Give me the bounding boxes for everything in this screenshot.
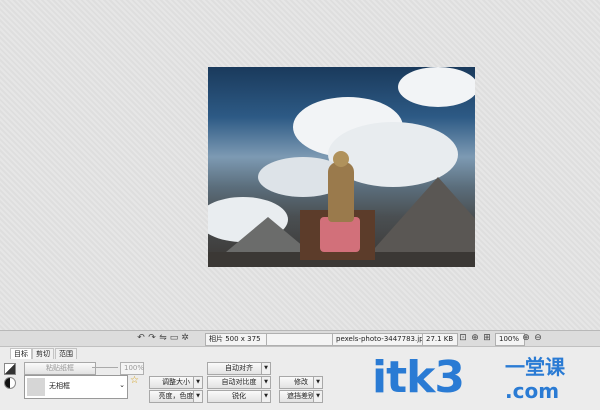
status-bar: ↶ ↷ ⇋ ▭ ✲ 相片 500 x 375 pexels-photo-3447… [0, 330, 600, 347]
star-icon[interactable]: ☆ [130, 375, 139, 386]
auto-contrast-label: 自动对比度 [221, 378, 257, 386]
color-swatch-icon[interactable] [4, 363, 16, 375]
crop-icon[interactable]: ▭ [169, 333, 179, 344]
zoom-out-icon[interactable]: ⊖ [533, 333, 543, 344]
resize-label: 调整大小 [162, 378, 190, 386]
chevron-down-icon: ▼ [261, 391, 270, 402]
frame-thumbnail [27, 378, 45, 396]
zoom-in-icon-2[interactable]: ⊕ [521, 333, 531, 344]
opacity-slider[interactable] [92, 367, 118, 368]
auto-contrast-button[interactable]: 自动对比度 ▼ [207, 376, 271, 389]
opacity-value[interactable]: 100% [120, 362, 144, 375]
flip-icon[interactable]: ⇋ [158, 333, 168, 344]
image-dimensions: 相片 500 x 375 [205, 333, 268, 346]
chevron-down-icon: ▼ [193, 391, 202, 402]
paste-frame-button[interactable]: 粘贴纸框 [24, 362, 96, 375]
file-size: 27.1 KB [422, 333, 458, 346]
chevron-down-icon: ▼ [261, 363, 270, 374]
status-blank [266, 333, 334, 346]
chevron-down-icon: ⌄ [119, 381, 125, 389]
watermark-logo: itk3 [372, 352, 465, 403]
zoom-fit-icon[interactable]: ⊡ [458, 333, 468, 344]
auto-align-label: 自动对齐 [225, 364, 253, 372]
frame-value: 无相框 [49, 382, 70, 390]
settings-icon[interactable]: ✲ [180, 333, 190, 344]
chevron-down-icon: ▼ [261, 377, 270, 388]
image-canvas[interactable] [0, 0, 600, 330]
photo-preview[interactable] [208, 67, 475, 267]
rotate-right-icon[interactable]: ↷ [147, 333, 157, 344]
watermark-cn: 一堂课 [505, 355, 565, 379]
tab-range[interactable]: 范围 [55, 348, 77, 359]
chevron-down-icon: ▼ [313, 391, 322, 402]
rotate-left-icon[interactable]: ↶ [136, 333, 146, 344]
brightness-color-label: 亮度，色度 [158, 392, 194, 400]
sharpen-label: 锐化 [232, 392, 246, 400]
zoom-in-icon[interactable]: ⊕ [470, 333, 480, 344]
remove-diff-label: 遮挡差别 [287, 392, 315, 400]
modify-button[interactable]: 修改 ▼ [279, 376, 323, 389]
contrast-icon[interactable] [4, 377, 16, 389]
chevron-down-icon: ▼ [313, 377, 322, 388]
modify-label: 修改 [294, 378, 308, 386]
chevron-down-icon: ▼ [193, 377, 202, 388]
brightness-color-button[interactable]: 亮度，色度 ▼ [149, 390, 203, 403]
file-name: pexels-photo-3447783.jpeg [332, 333, 432, 346]
watermark-com: .com [505, 379, 560, 403]
remove-diff-button[interactable]: 遮挡差别 ▼ [279, 390, 323, 403]
auto-align-button[interactable]: 自动对齐 ▼ [207, 362, 271, 375]
tab-target[interactable]: 目标 [10, 348, 32, 359]
actual-size-icon[interactable]: ⊞ [482, 333, 492, 344]
frame-select[interactable]: 无相框 ⌄ [24, 375, 128, 399]
tab-cut[interactable]: 剪切 [32, 348, 54, 359]
sharpen-button[interactable]: 锐化 ▼ [207, 390, 271, 403]
resize-button[interactable]: 调整大小 ▼ [149, 376, 203, 389]
